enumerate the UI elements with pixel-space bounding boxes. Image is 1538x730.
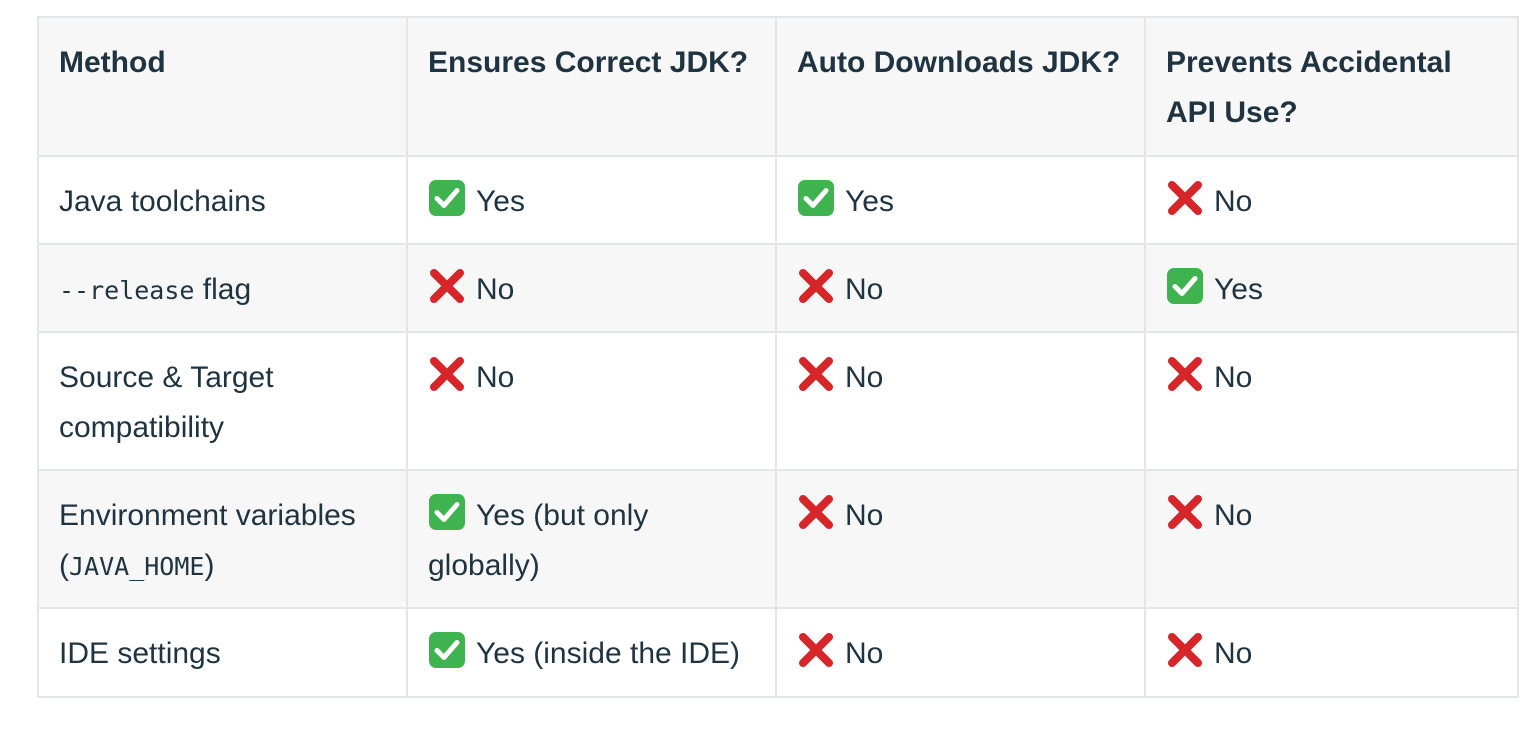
- method-cell: Environment variables (JAVA_HOME): [37, 469, 408, 609]
- value-cell: Yes: [775, 155, 1146, 245]
- value-text: Yes: [476, 185, 525, 218]
- cross-icon: [1166, 493, 1204, 531]
- method-label: Environment variables: [59, 499, 356, 532]
- cross-icon: [797, 493, 835, 531]
- check-icon: [428, 631, 466, 669]
- comparison-table: Method Ensures Correct JDK? Auto Downloa…: [37, 16, 1519, 698]
- table-row: --release flag No No Yes: [37, 243, 1519, 333]
- method-code: JAVA_HOME: [69, 552, 205, 581]
- method-paren-open: (: [59, 549, 69, 582]
- table-row: IDE settings Yes (inside the IDE) No No: [37, 607, 1519, 698]
- header-auto-downloads-jdk: Auto Downloads JDK?: [775, 16, 1146, 157]
- method-label: Source & Target compatibility: [59, 361, 274, 444]
- value-cell: No: [775, 469, 1146, 609]
- check-icon: [428, 179, 466, 217]
- value-text: Yes: [845, 185, 894, 218]
- cross-icon: [428, 267, 466, 305]
- value-cell: No: [406, 243, 777, 333]
- cross-icon: [797, 267, 835, 305]
- value-text: No: [1214, 185, 1253, 218]
- cross-icon: [1166, 179, 1204, 217]
- method-label: flag: [194, 273, 252, 306]
- cross-icon: [797, 355, 835, 393]
- check-icon: [797, 179, 835, 217]
- comparison-table-container: Method Ensures Correct JDK? Auto Downloa…: [37, 16, 1519, 698]
- method-label: IDE settings: [59, 637, 221, 670]
- check-icon: [428, 493, 466, 531]
- table-row: Environment variables (JAVA_HOME) Yes (bu…: [37, 469, 1519, 609]
- cross-icon: [797, 631, 835, 669]
- value-cell: No: [406, 331, 777, 471]
- value-text: No: [845, 637, 884, 670]
- cross-icon: [428, 355, 466, 393]
- value-cell: No: [775, 243, 1146, 333]
- value-text: No: [476, 361, 515, 394]
- method-cell: IDE settings: [37, 607, 408, 698]
- value-text: Yes: [1214, 273, 1263, 306]
- table-row: Java toolchains Yes Yes No: [37, 155, 1519, 245]
- value-text: Yes (inside the IDE): [476, 637, 741, 670]
- value-cell: No: [1144, 469, 1519, 609]
- value-text: No: [845, 361, 884, 394]
- method-label: Java toolchains: [59, 185, 266, 218]
- value-text: No: [1214, 361, 1253, 394]
- check-icon: [1166, 267, 1204, 305]
- method-cell: --release flag: [37, 243, 408, 333]
- table-header-row: Method Ensures Correct JDK? Auto Downloa…: [37, 16, 1519, 157]
- value-text: No: [845, 273, 884, 306]
- value-cell: Yes: [406, 155, 777, 245]
- method-code: --release: [59, 276, 195, 305]
- value-text: No: [1214, 637, 1253, 670]
- value-cell: Yes: [1144, 243, 1519, 333]
- value-cell: Yes (inside the IDE): [406, 607, 777, 698]
- value-cell: No: [1144, 155, 1519, 245]
- method-cell: Java toolchains: [37, 155, 408, 245]
- value-text: No: [845, 499, 884, 532]
- value-cell: No: [1144, 331, 1519, 471]
- cross-icon: [1166, 355, 1204, 393]
- header-method: Method: [37, 16, 408, 157]
- cross-icon: [1166, 631, 1204, 669]
- value-cell: No: [775, 331, 1146, 471]
- value-cell: No: [775, 607, 1146, 698]
- method-cell: Source & Target compatibility: [37, 331, 408, 471]
- value-text: No: [1214, 499, 1253, 532]
- value-text: No: [476, 273, 515, 306]
- header-ensures-correct-jdk: Ensures Correct JDK?: [406, 16, 777, 157]
- header-prevents-accidental-api-use: Prevents Accidental API Use?: [1144, 16, 1519, 157]
- table-row: Source & Target compatibility No No No: [37, 331, 1519, 471]
- value-cell: Yes (but only globally): [406, 469, 777, 609]
- method-paren-close: ): [204, 549, 215, 582]
- value-cell: No: [1144, 607, 1519, 698]
